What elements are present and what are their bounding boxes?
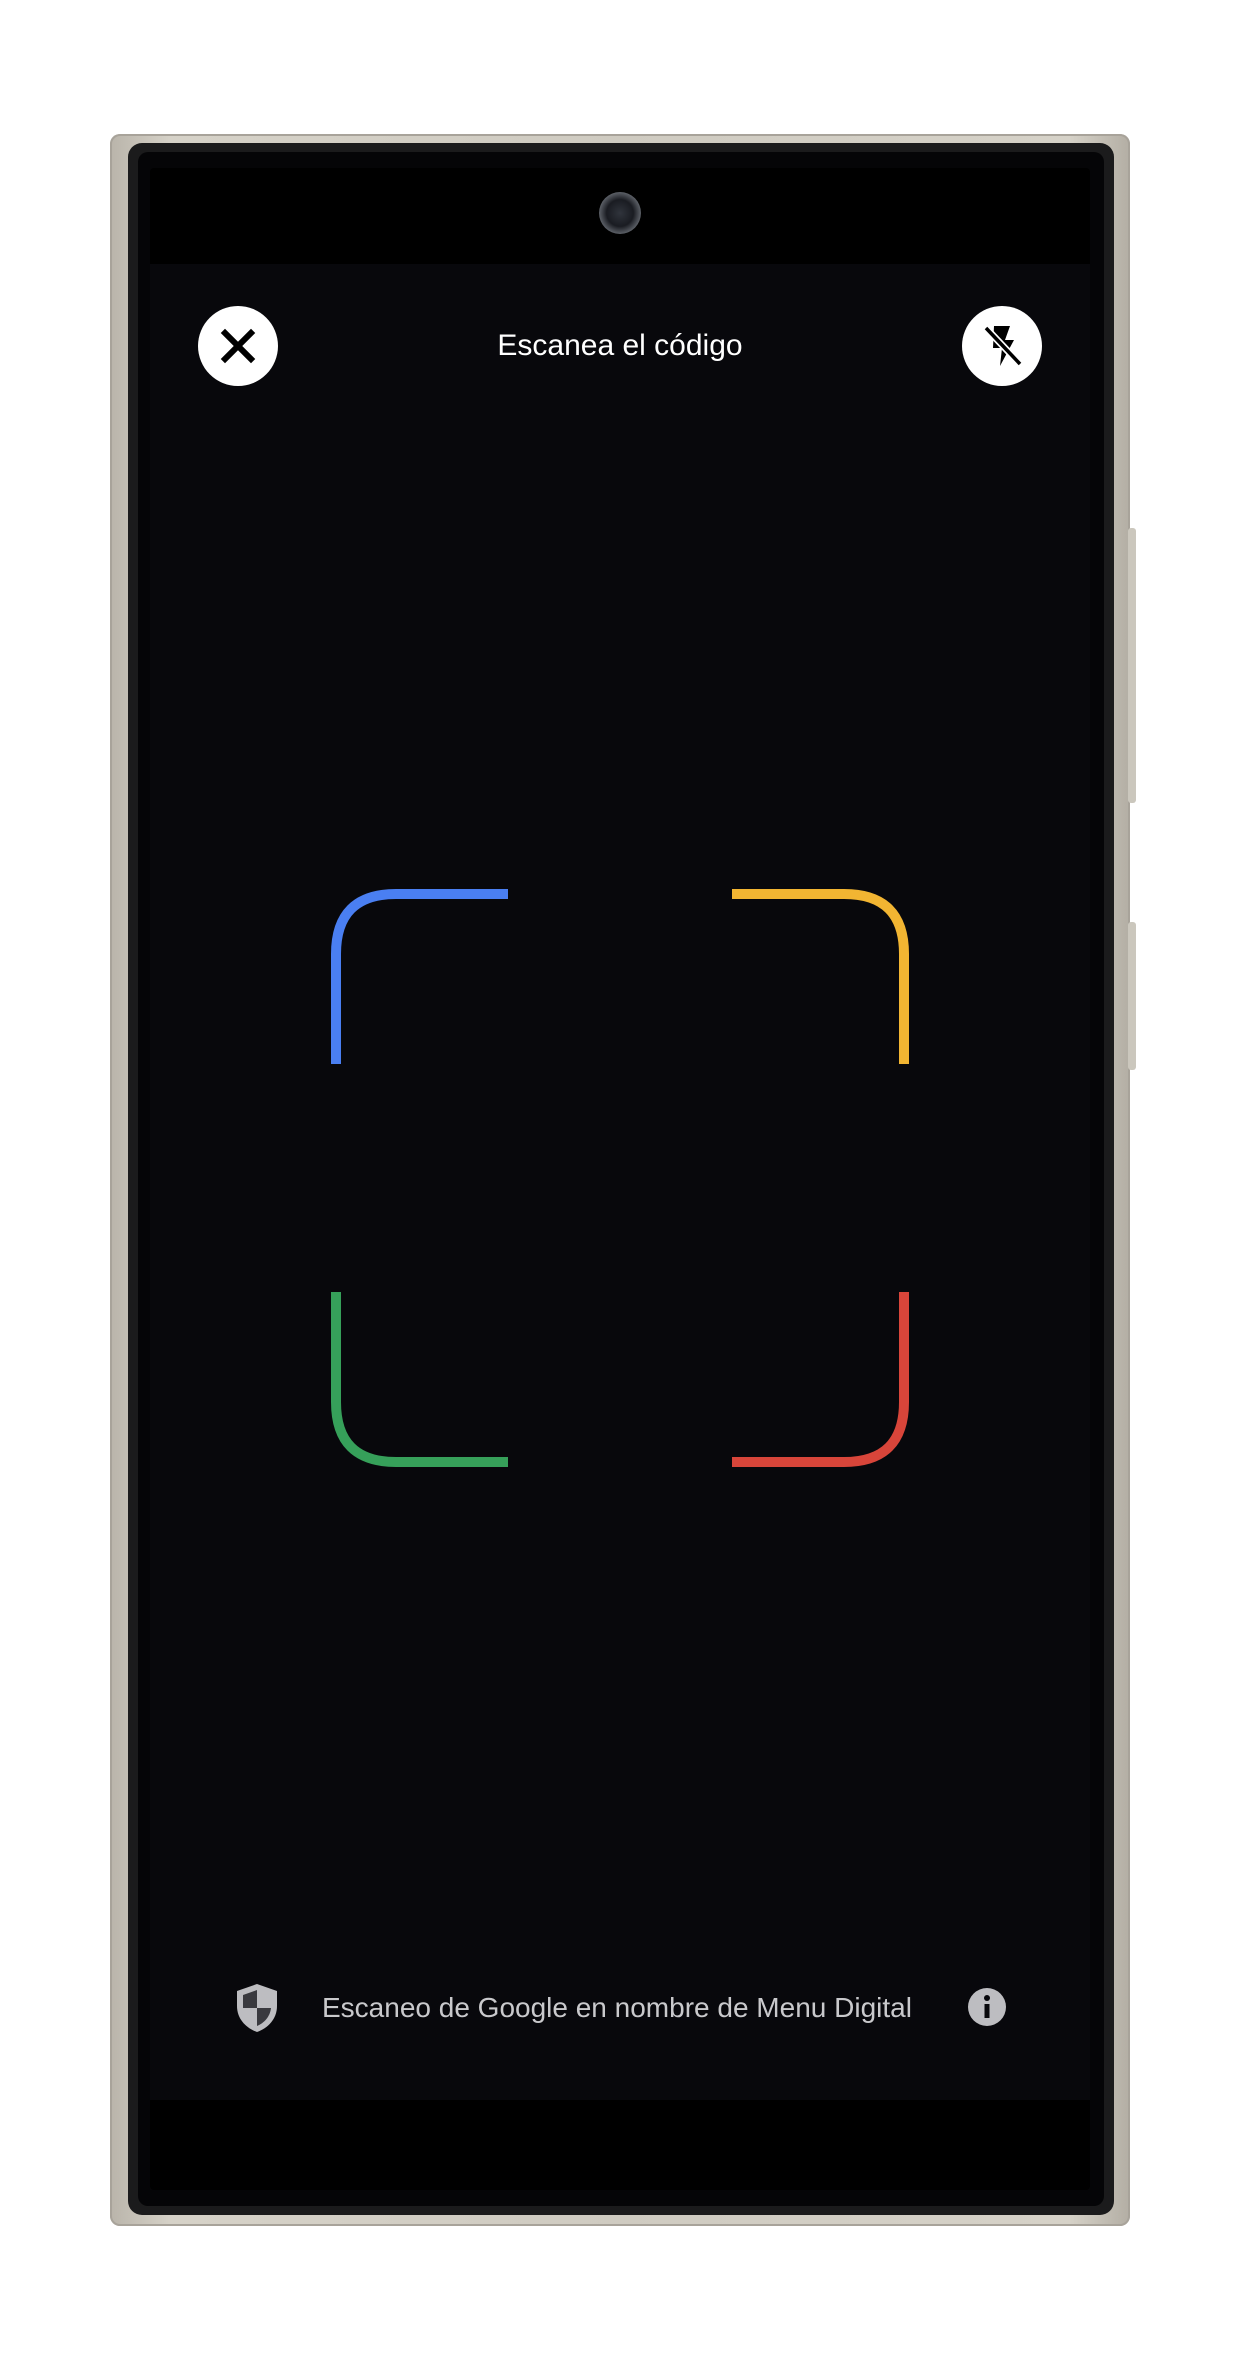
status-bar-area — [150, 168, 1090, 264]
front-camera — [599, 192, 641, 234]
volume-button — [1128, 922, 1136, 1070]
scanner-screen: Escanea el código Escaneo de Google en n… — [150, 168, 1090, 2190]
scan-attribution-text: Escaneo de Google en nombre de Menu Digi… — [322, 1992, 912, 2023]
scan-viewfinder — [331, 889, 909, 1467]
navigation-bar-area — [150, 2100, 1090, 2190]
power-button — [1128, 528, 1136, 803]
viewfinder-corner-top-left — [331, 889, 508, 1064]
info-icon[interactable] — [967, 1987, 1007, 2027]
close-icon — [220, 328, 256, 364]
shield-icon — [237, 1984, 277, 2032]
flash-toggle-button[interactable] — [962, 306, 1042, 386]
close-button[interactable] — [198, 306, 278, 386]
page-title: Escanea el código — [497, 329, 743, 362]
device-mockup: Escanea el código Escaneo de Google en n… — [0, 0, 1245, 2359]
flash-off-icon — [983, 325, 1023, 367]
viewfinder-corner-bottom-left — [331, 1292, 508, 1467]
viewfinder-corner-top-right — [732, 889, 909, 1064]
scan-footer: Escaneo de Google en nombre de Menu Digi… — [230, 1978, 1010, 2038]
viewfinder-corner-bottom-right — [732, 1292, 909, 1467]
